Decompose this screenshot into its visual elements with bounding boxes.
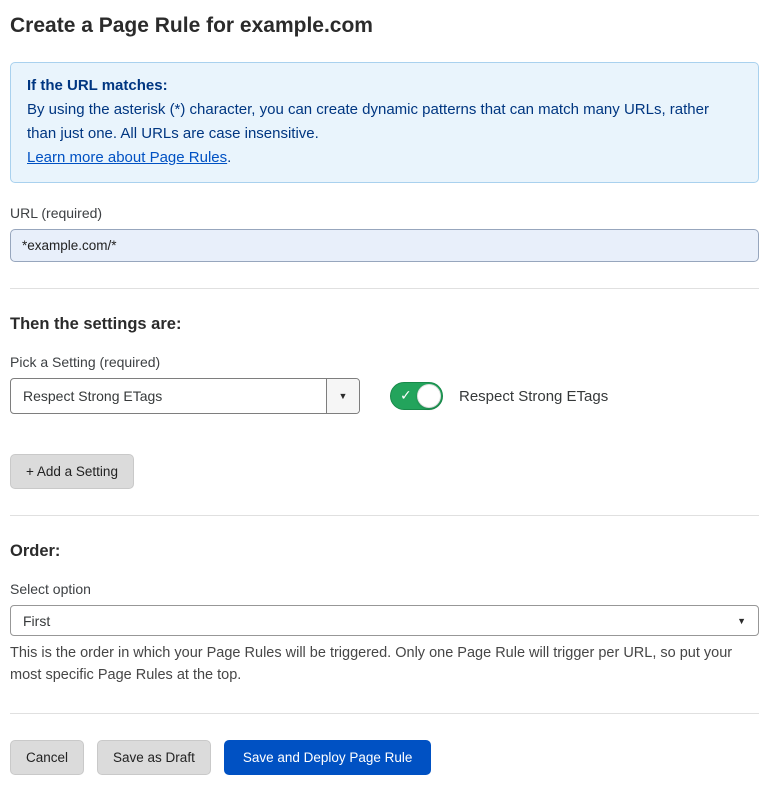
footer-actions: Cancel Save as Draft Save and Deploy Pag… [10,740,759,775]
toggle-knob [417,384,441,408]
save-draft-button[interactable]: Save as Draft [97,740,211,775]
info-box-body: By using the asterisk (*) character, you… [27,98,727,146]
divider [10,515,759,516]
create-page-rule-form: Create a Page Rule for example.com If th… [0,0,769,791]
learn-more-link[interactable]: Learn more about Page Rules [27,149,227,166]
setting-row: Respect Strong ETags ▼ ✓ Respect Strong … [10,378,759,414]
divider [10,288,759,289]
check-icon: ✓ [400,387,412,404]
add-setting-wrap: + Add a Setting [10,454,759,489]
etags-toggle-group: ✓ Respect Strong ETags [390,382,608,410]
save-deploy-button[interactable]: Save and Deploy Page Rule [224,740,432,775]
order-select-label: Select option [10,581,759,597]
info-box-heading: If the URL matches: [27,74,742,98]
order-help-text: This is the order in which your Page Rul… [10,643,755,687]
order-select[interactable]: First ▼ [10,605,759,636]
url-field: URL (required) [10,205,759,262]
setting-select-arrow-button[interactable]: ▼ [326,379,359,413]
pick-setting-label: Pick a Setting (required) [10,354,759,370]
setting-select-value: Respect Strong ETags [11,388,162,404]
order-section-heading: Order: [10,542,759,561]
setting-select[interactable]: Respect Strong ETags ▼ [10,378,360,414]
cancel-button[interactable]: Cancel [10,740,84,775]
add-setting-button[interactable]: + Add a Setting [10,454,134,489]
page-title: Create a Page Rule for example.com [10,14,759,38]
url-input[interactable] [10,229,759,262]
url-match-info-box: If the URL matches: By using the asteris… [10,62,759,183]
chevron-down-icon: ▼ [339,391,348,401]
settings-section-heading: Then the settings are: [10,315,759,334]
link-period: . [227,149,231,166]
divider [10,713,759,714]
chevron-down-icon: ▼ [737,616,746,626]
info-box-link-row: Learn more about Page Rules. [27,146,742,170]
respect-strong-etags-toggle[interactable]: ✓ [390,382,443,410]
etags-toggle-label: Respect Strong ETags [459,388,608,405]
order-select-value: First [23,613,50,629]
url-label: URL (required) [10,205,759,221]
